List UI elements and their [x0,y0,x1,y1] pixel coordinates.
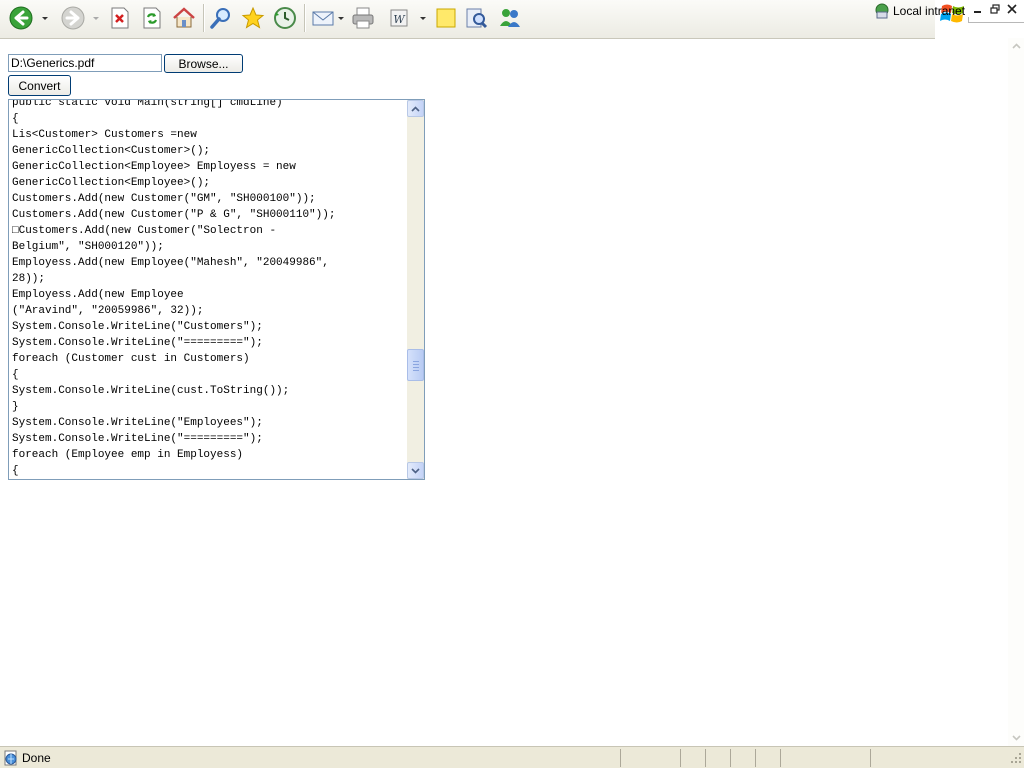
status-text: Done [22,751,51,765]
code-line: { [12,465,19,477]
code-line: Employess.Add(new Employee [12,289,184,301]
chevron-up-icon [411,105,420,112]
page-scroll-down-button[interactable] [1008,730,1024,746]
status-pane [705,749,731,767]
discuss-icon[interactable] [433,5,459,31]
code-line: Customers.Add(new Customer("GM", "SH0001… [12,193,316,205]
research-icon[interactable] [463,5,489,31]
search-icon[interactable] [208,5,234,31]
code-line: System.Console.WriteLine(cust.ToString()… [12,385,290,397]
home-icon[interactable] [171,5,197,31]
convert-button[interactable]: Convert [8,75,71,96]
chevron-up-icon [1011,43,1021,49]
page-scrollbar[interactable] [1008,38,1024,746]
status-pane [680,749,706,767]
code-line: 28)); [12,273,46,285]
chevron-down-icon [411,467,420,474]
back-icon[interactable] [8,5,34,31]
code-line: { [12,113,19,125]
forward-dropdown-icon[interactable] [93,17,99,20]
code-line: Lis<Customer> Customers =new [12,129,197,141]
stop-icon[interactable] [107,5,133,31]
zone-pane [870,749,1024,767]
resize-grip-icon[interactable] [1009,751,1023,765]
scroll-down-button[interactable] [407,462,424,479]
code-line: System.Console.WriteLine("========="); [12,433,263,445]
status-bar: Done [0,746,1024,768]
code-line: Employess.Add(new Employee("Mahesh", "20… [12,257,329,269]
code-line: { [12,369,19,381]
code-line: System.Console.WriteLine("Customers"); [12,321,263,333]
textarea-scrollbar[interactable] [407,100,424,479]
code-line: □Customers.Add(new Customer("Solectron - [12,225,277,237]
status-pane [730,749,756,767]
status-pane [620,749,681,767]
code-line: Customers.Add(new Customer("P & G", "SH0… [12,209,336,221]
code-line: System.Console.WriteLine("Employees"); [12,417,263,429]
code-text: public static void Main(string[] cmdLine… [12,99,408,479]
edit-word-icon[interactable]: W [386,5,412,31]
messenger-icon[interactable] [497,5,523,31]
security-zone-text: Local intranet [893,4,966,18]
toolbar-separator [304,4,305,32]
status-pane [780,749,871,767]
code-textarea[interactable]: public static void Main(string[] cmdLine… [8,99,425,480]
code-line: foreach (Employee emp in Employess) [12,449,244,461]
close-icon[interactable] [1006,3,1018,15]
code-line: } [12,401,19,413]
page-done-icon [4,750,17,766]
history-icon[interactable] [272,5,298,31]
status-pane [755,749,781,767]
browser-toolbar: W [0,0,935,39]
code-line: GenericCollection<Employee> Employess = … [12,161,296,173]
scroll-up-button[interactable] [407,100,424,117]
file-path-input[interactable]: D:\Generics.pdf [8,54,162,72]
minimize-icon[interactable] [972,3,984,15]
mail-icon[interactable] [310,5,336,31]
code-line: GenericCollection<Customer>(); [12,145,211,157]
forward-icon[interactable] [60,5,86,31]
back-dropdown-icon[interactable] [42,17,48,20]
toolbar-separator [203,4,204,32]
svg-text:W: W [393,13,406,26]
brand-divider [968,22,1024,23]
favorites-icon[interactable] [240,5,266,31]
edit-dropdown-icon[interactable] [420,17,426,20]
page-scroll-up-button[interactable] [1008,38,1024,54]
scroll-thumb[interactable] [407,349,424,381]
local-intranet-icon [875,3,889,19]
code-line: GenericCollection<Employee>(); [12,177,211,189]
restore-icon[interactable] [989,3,1001,15]
code-line: ("Aravind", "20059986", 32)); [12,305,204,317]
refresh-icon[interactable] [139,5,165,31]
chevron-down-icon [1011,735,1021,741]
print-icon[interactable] [350,5,376,31]
code-line: foreach (Customer cust in Customers) [12,353,250,365]
code-line: public static void Main(string[] cmdLine… [12,99,283,109]
browse-button[interactable]: Browse... [164,54,243,73]
code-line: System.Console.WriteLine("========="); [12,337,263,349]
code-line: Belgium", "SH000120")); [12,241,164,253]
mail-dropdown-icon[interactable] [338,17,344,20]
